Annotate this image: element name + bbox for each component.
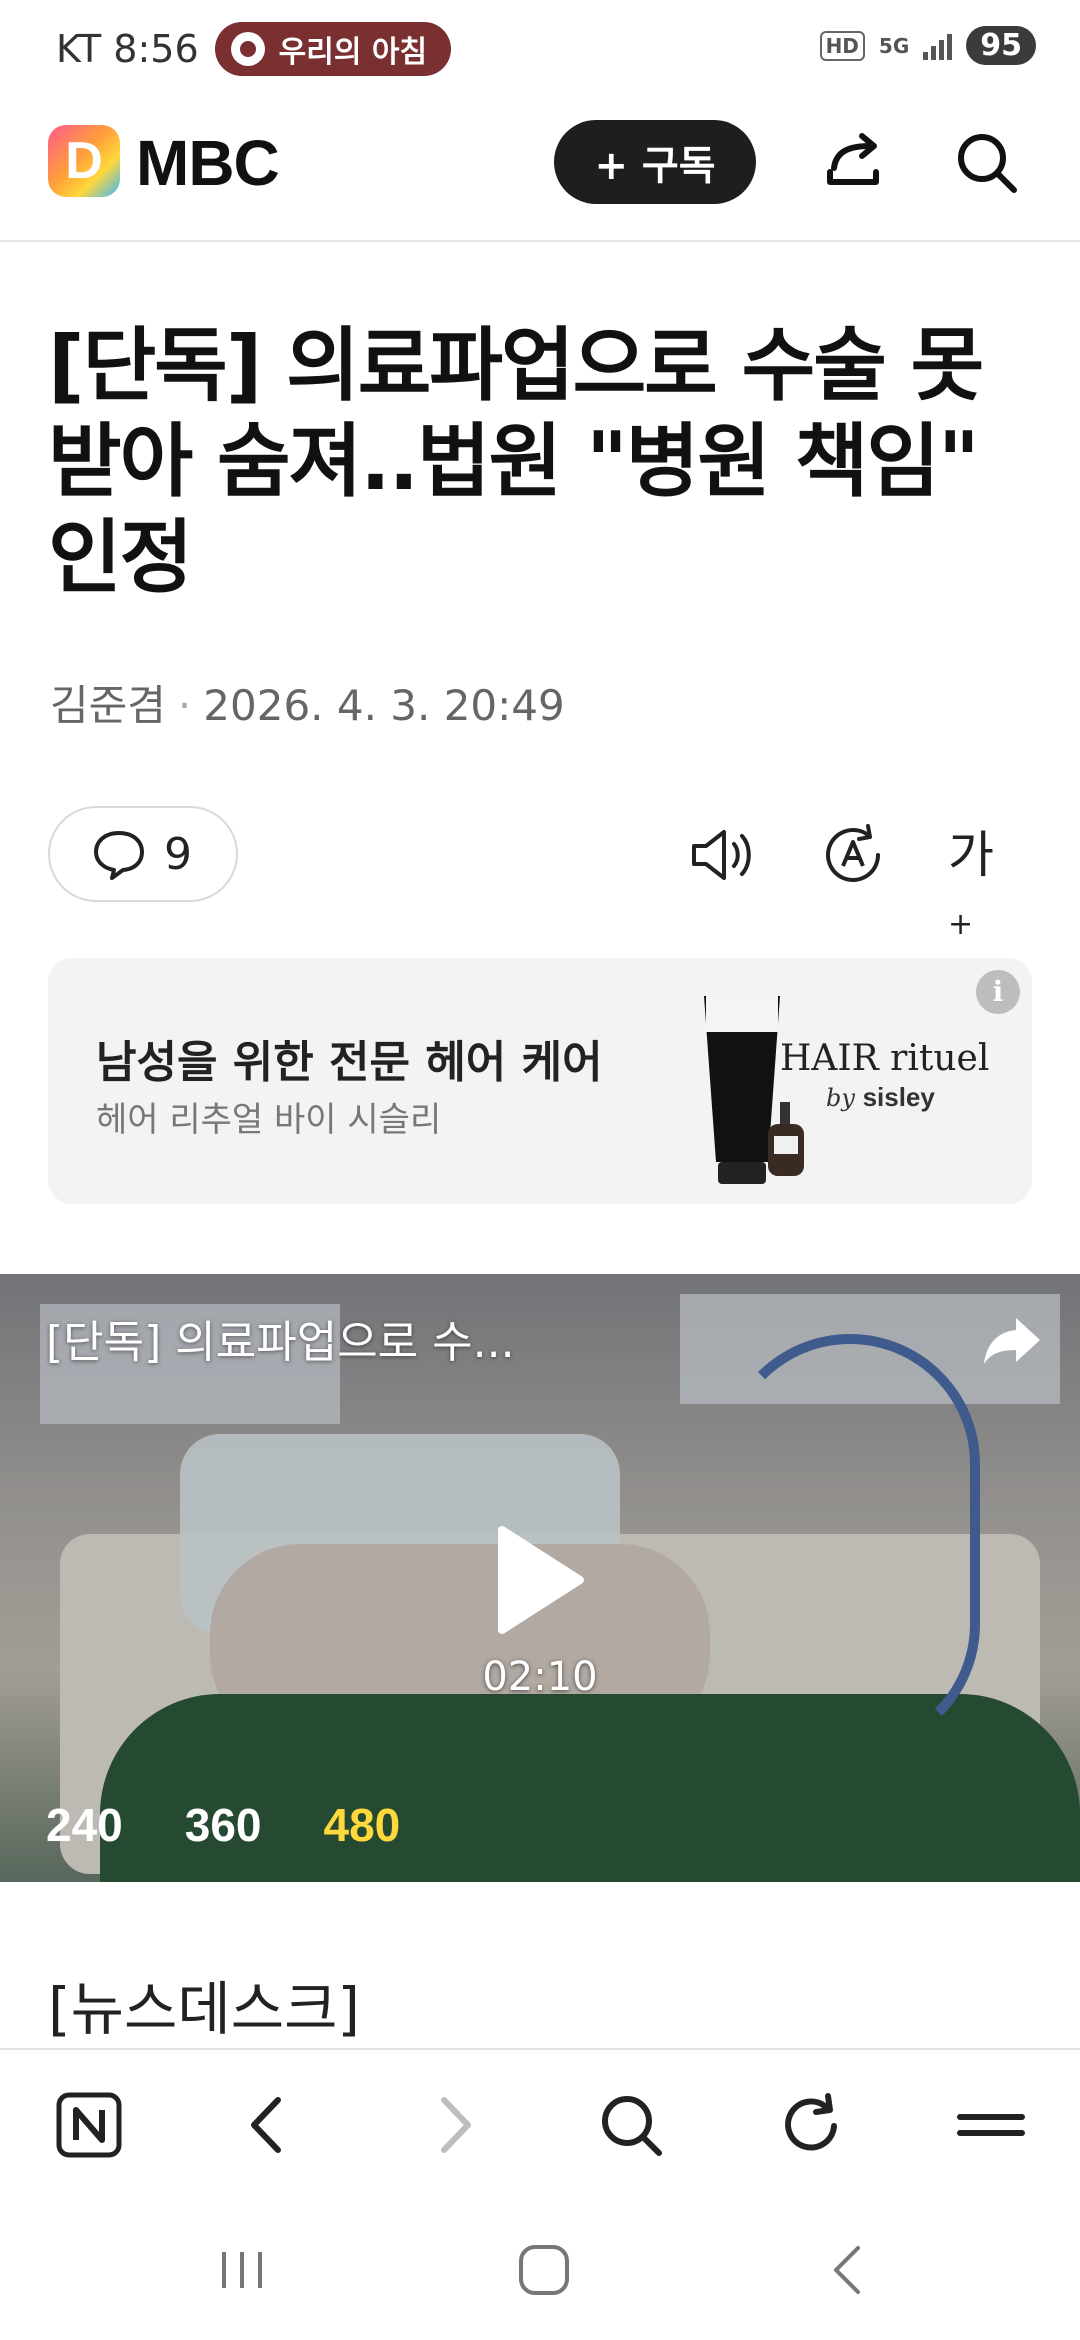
- article-headline: [단독] 의료파업으로 수술 못받아 숨져..법원 "병원 책임" 인정: [48, 319, 984, 604]
- forward-icon: [441, 2097, 471, 2153]
- battery-indicator: 95: [966, 26, 1036, 65]
- hd-voice-icon: HD: [819, 30, 865, 61]
- naver-home-icon[interactable]: [54, 2090, 124, 2160]
- recent-apps-icon[interactable]: [212, 2240, 272, 2300]
- ad-brand-name: HAIR rituel: [780, 1038, 990, 1079]
- system-back-icon[interactable]: [818, 2240, 878, 2300]
- carrier-time: KT 8:56: [56, 27, 199, 71]
- publisher-name[interactable]: MBC: [136, 126, 280, 200]
- quality-option-240[interactable]: 240: [46, 1798, 123, 1852]
- network-type-icon: 5G: [878, 33, 910, 58]
- auto-translate-icon[interactable]: [818, 820, 888, 890]
- home-icon[interactable]: [514, 2240, 574, 2300]
- play-icon[interactable]: [488, 1522, 588, 1638]
- ad-brand-by: by: [826, 1084, 855, 1112]
- live-activity-label: 우리의 아침: [278, 35, 428, 70]
- menu-icon[interactable]: [956, 2090, 1026, 2160]
- video-duration: 02:10: [482, 1654, 598, 1700]
- quality-option-480[interactable]: 480: [324, 1798, 401, 1852]
- video-player[interactable]: [단독] 의료파업으로 수... 02:10 240 360 480: [0, 1274, 1080, 1882]
- quality-option-360[interactable]: 360: [185, 1798, 262, 1852]
- search-icon[interactable]: [596, 2090, 666, 2160]
- daum-logo-icon[interactable]: D: [48, 125, 120, 197]
- live-activity-pill[interactable]: 우리의 아침: [214, 22, 452, 76]
- status-bar: KT 8:56 우리의 아침 HD 5G 95: [0, 0, 1080, 100]
- share-icon[interactable]: [820, 128, 890, 198]
- browser-toolbar: [0, 2048, 1080, 2192]
- video-title: [단독] 의료파업으로 수...: [46, 1317, 515, 1368]
- ad-subtitle: 헤어 리추얼 바이 시슬리: [96, 1100, 442, 1140]
- quality-selector: 240 360 480: [46, 1798, 400, 1852]
- system-nav-bar: [0, 2192, 1080, 2340]
- program-label: [뉴스데스크]: [48, 1975, 361, 2043]
- ad-title: 남성을 위한 전문 헤어 케어: [96, 1037, 603, 1088]
- ad-info-icon[interactable]: i: [976, 970, 1020, 1014]
- clock: 8:56: [113, 27, 199, 71]
- logo-letter: D: [65, 132, 103, 190]
- live-activity-icon: [230, 32, 265, 66]
- article-byline: 김준겸 · 2026. 4. 3. 20:49: [50, 672, 565, 733]
- signal-icon: [923, 32, 953, 60]
- app-header: D MBC + 구독: [0, 100, 1080, 242]
- comment-icon: [94, 831, 144, 880]
- publish-date: 2026. 4. 3. 20:49: [203, 681, 565, 730]
- font-size-icon[interactable]: 가+: [948, 820, 1018, 942]
- back-icon[interactable]: [234, 2090, 304, 2160]
- byline-separator: ·: [177, 681, 192, 730]
- video-share-icon[interactable]: [980, 1308, 1044, 1372]
- speaker-icon[interactable]: [686, 820, 756, 890]
- ad-banner[interactable]: 남성을 위한 전문 헤어 케어 헤어 리추얼 바이 시슬리 HAIR ritue…: [48, 958, 1032, 1204]
- status-right: HD 5G 95: [819, 26, 1036, 65]
- refresh-icon[interactable]: [776, 2090, 846, 2160]
- ad-brand-house: sisley: [862, 1082, 935, 1112]
- search-icon[interactable]: [952, 128, 1022, 198]
- ad-product-image: [704, 996, 804, 1184]
- ad-brand-sub: by sisley: [826, 1082, 935, 1113]
- author-name[interactable]: 김준겸: [50, 681, 166, 730]
- status-left: KT 8:56 우리의 아침: [56, 22, 452, 76]
- carrier-label: KT: [56, 27, 102, 71]
- font-size-label: 가: [948, 826, 994, 884]
- comment-button[interactable]: 9: [48, 806, 238, 902]
- subscribe-button[interactable]: + 구독: [554, 120, 756, 204]
- comment-count: 9: [164, 828, 192, 880]
